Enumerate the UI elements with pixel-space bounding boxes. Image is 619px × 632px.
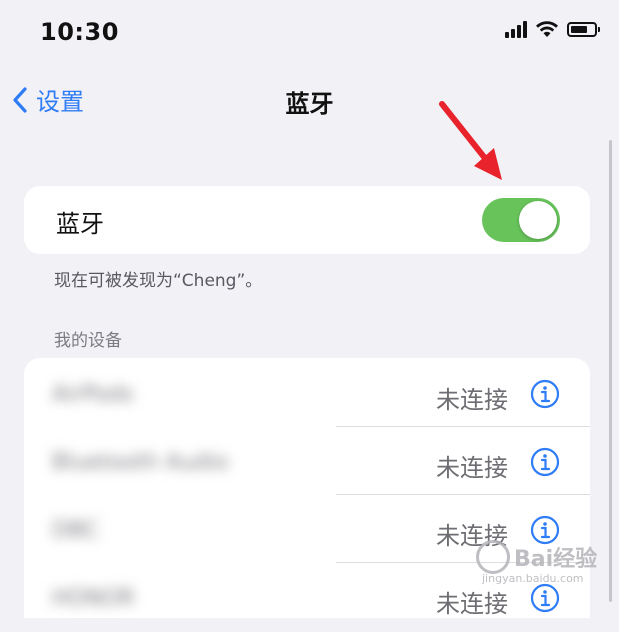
battery-icon <box>567 21 600 37</box>
wifi-icon <box>536 21 558 37</box>
status-icons <box>505 20 600 38</box>
page-title: 蓝牙 <box>285 90 334 118</box>
watermark: Bai经验 <box>476 540 597 574</box>
info-icon[interactable] <box>530 379 560 409</box>
scrollbar[interactable] <box>609 140 612 602</box>
baidu-paw-icon <box>476 540 510 574</box>
nav-bar: 设置 蓝牙 <box>0 70 619 130</box>
bluetooth-label: 蓝牙 <box>56 210 104 238</box>
separator <box>336 494 590 495</box>
device-status: 未连接 <box>436 386 508 414</box>
device-name: AirPods <box>52 382 134 407</box>
bluetooth-toggle[interactable] <box>482 198 560 242</box>
device-row[interactable]: AirPods 未连接 <box>24 360 590 428</box>
status-time: 10:30 <box>40 18 119 46</box>
separator <box>336 426 590 427</box>
bluetooth-toggle-row: 蓝牙 <box>24 186 590 254</box>
my-devices-header: 我的设备 <box>54 331 122 351</box>
toggle-knob <box>519 201 557 239</box>
watermark-brand: Bai经验 <box>514 547 598 572</box>
info-icon[interactable] <box>530 583 560 613</box>
cellular-signal-icon <box>505 20 527 38</box>
info-icon[interactable] <box>530 447 560 477</box>
device-status: 未连接 <box>436 454 508 482</box>
device-name: HONOR <box>52 586 135 611</box>
device-row[interactable]: Bluetooth Audio 未连接 <box>24 428 590 496</box>
device-name: DBC <box>52 518 100 543</box>
watermark-url: jingyan.baidu.com <box>482 572 584 585</box>
status-bar: 10:30 <box>0 0 619 62</box>
annotation-arrow-icon <box>439 101 502 180</box>
discoverable-note: 现在可被发现为“Cheng”。 <box>54 271 263 291</box>
device-name: Bluetooth Audio <box>52 450 229 475</box>
